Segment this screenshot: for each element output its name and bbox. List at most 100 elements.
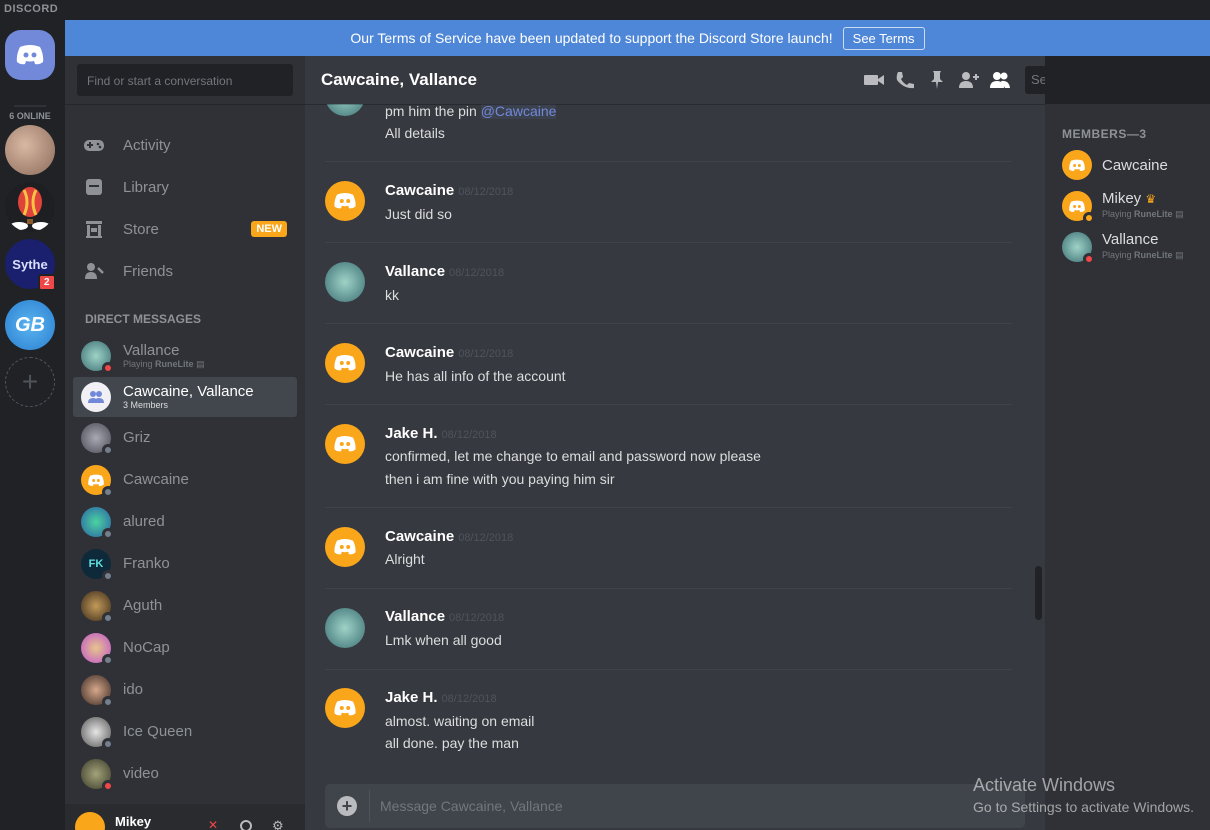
add-server-button[interactable]: +: [5, 357, 55, 407]
dm-sidebar: Find or start a conversation Activity Li…: [65, 56, 305, 830]
nav-activity[interactable]: Activity: [73, 125, 297, 165]
avatar: [81, 591, 114, 624]
nav-store[interactable]: Store NEW: [73, 209, 297, 249]
member-activity: Playing RuneLite ▤: [1102, 250, 1184, 261]
message-author[interactable]: Vallance 08/12/2018: [385, 263, 504, 280]
avatar: [81, 507, 114, 540]
find-conversation-input[interactable]: Find or start a conversation: [77, 64, 293, 96]
avatar[interactable]: [325, 262, 365, 302]
message-input[interactable]: Message Cawcaine, Vallance: [380, 798, 563, 814]
dm-item-alured[interactable]: alured: [73, 502, 297, 542]
member-name: Mikey ♛: [1102, 190, 1156, 207]
dm-item-video[interactable]: video: [73, 754, 297, 794]
discord-logo-icon: [88, 474, 104, 486]
message-author[interactable]: Cawcaine 08/12/2018: [385, 182, 513, 199]
avatar[interactable]: [325, 424, 365, 464]
rich-presence-icon: ▤: [1175, 209, 1184, 219]
avatar[interactable]: [325, 181, 365, 221]
activity-game: RuneLite: [1134, 250, 1173, 260]
dm-item-group[interactable]: Cawcaine, Vallance 3 Members: [73, 377, 297, 417]
member-list-icon[interactable]: [989, 70, 1011, 90]
watermark-line-2: Go to Settings to activate Windows.: [973, 799, 1194, 815]
activity-game: RuneLite: [155, 358, 194, 369]
see-terms-button[interactable]: See Terms: [842, 26, 925, 50]
dm-item-cawcaine[interactable]: Cawcaine: [73, 460, 297, 500]
library-icon: [83, 177, 105, 197]
author-name: Jake H.: [385, 425, 438, 442]
author-name: Cawcaine: [385, 528, 455, 545]
activity-prefix: Playing: [1102, 209, 1132, 219]
message-timestamp: 08/12/2018: [458, 186, 514, 198]
dm-item-griz[interactable]: Griz: [73, 418, 297, 458]
dm-item-nocap[interactable]: NoCap: [73, 628, 297, 668]
author-name: Vallance: [385, 608, 446, 625]
user-avatar[interactable]: [75, 812, 105, 830]
server-gb[interactable]: GB: [5, 300, 55, 350]
search-input[interactable]: Search⚲: [1025, 66, 1045, 94]
home-button[interactable]: [5, 30, 55, 80]
server-avatar-balloon[interactable]: [5, 182, 55, 232]
rail-divider: [14, 105, 46, 107]
member-mikey[interactable]: Mikey ♛ Playing RuneLite ▤: [1062, 187, 1210, 227]
dm-item-franko[interactable]: FK Franko: [73, 544, 297, 584]
server-rail: 6 ONLINE Sythe 2 GB +: [0, 20, 65, 830]
voice-call-icon[interactable]: [894, 70, 916, 90]
offline-status-icon: [102, 486, 114, 498]
server-gb-label: GB: [15, 313, 45, 336]
watermark-line-1: Activate Windows: [973, 775, 1116, 795]
avatar[interactable]: [325, 343, 365, 383]
message-author[interactable]: Jake H. 08/12/2018: [385, 689, 497, 706]
author-name: Jake H.: [385, 689, 438, 706]
add-friend-icon[interactable]: [957, 70, 979, 90]
nav-friends[interactable]: Friends: [73, 251, 297, 291]
message-group: Cawcaine 08/12/2018 Just did so: [325, 163, 1012, 243]
avatar: [81, 423, 114, 456]
message-composer[interactable]: + Message Cawcaine, Vallance: [325, 784, 1025, 828]
message-text: then i am fine with you paying him sir: [385, 471, 615, 487]
dm-name: ido: [123, 681, 144, 698]
member-cawcaine[interactable]: Cawcaine: [1062, 146, 1210, 186]
deafen-icon[interactable]: [240, 820, 252, 830]
dm-item-vallance[interactable]: Vallance Playing RuneLite ▤: [73, 336, 297, 376]
avatar[interactable]: [325, 608, 365, 648]
dm-name: Franko: [123, 555, 170, 572]
discord-logo-icon: [334, 193, 356, 209]
chat-scrollbar[interactable]: [1035, 566, 1042, 620]
dm-item-ice-queen[interactable]: Ice Queen: [73, 712, 297, 752]
avatar: [81, 759, 114, 792]
user-mention[interactable]: @Cawcaine: [480, 103, 557, 119]
message-timestamp: 08/12/2018: [458, 532, 514, 544]
message-text: pm him the pin @Cawcaine: [385, 103, 557, 119]
balloon-icon: [10, 187, 50, 230]
message-group: pm him the pin @Cawcaine All details: [325, 76, 1012, 162]
server-avatar-1[interactable]: [5, 125, 55, 175]
dm-item-ido[interactable]: ido: [73, 670, 297, 710]
nav-library[interactable]: Library: [73, 167, 297, 207]
avatar: [1062, 232, 1095, 265]
app-brand: DISCORD: [4, 3, 59, 15]
video-call-icon[interactable]: [863, 70, 885, 90]
member-list: MEMBERS—3 Cawcaine Mikey ♛ Playing RuneL…: [1045, 104, 1210, 830]
avatar: [81, 341, 114, 374]
message-author[interactable]: Cawcaine 08/12/2018: [385, 344, 513, 361]
member-vallance[interactable]: Vallance Playing RuneLite ▤: [1062, 228, 1210, 268]
settings-gear-icon[interactable]: ⚙: [272, 819, 285, 830]
avatar[interactable]: [325, 527, 365, 567]
banner-text: Our Terms of Service have been updated t…: [350, 30, 833, 46]
avatar[interactable]: [325, 688, 365, 728]
message-author[interactable]: Jake H. 08/12/2018: [385, 425, 497, 442]
pin-icon[interactable]: [926, 70, 948, 90]
message-timestamp: 08/12/2018: [449, 612, 505, 624]
dm-item-aguth[interactable]: Aguth: [73, 586, 297, 626]
group-dm-icon: [81, 382, 111, 412]
upload-plus-icon[interactable]: +: [337, 796, 357, 816]
message-group: Cawcaine 08/12/2018 Alright: [325, 509, 1012, 589]
message-author[interactable]: Cawcaine 08/12/2018: [385, 528, 513, 545]
composer-divider: [369, 790, 370, 822]
nav-store-label: Store: [123, 220, 159, 238]
mute-icon[interactable]: ✕: [208, 818, 220, 830]
author-name: Cawcaine: [385, 182, 455, 199]
message-author[interactable]: Vallance 08/12/2018: [385, 608, 504, 625]
dm-name: Cawcaine, Vallance: [123, 382, 254, 400]
offline-status-icon: [102, 570, 114, 582]
